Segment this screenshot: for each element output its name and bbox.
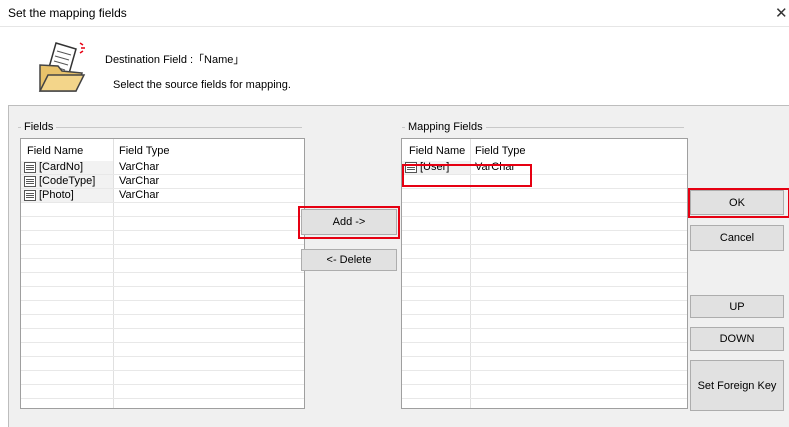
empty-row <box>21 273 304 287</box>
mapping-name-cell: [User] <box>402 161 470 174</box>
empty-row <box>402 357 687 371</box>
field-type-cell: VarChar <box>119 161 160 173</box>
empty-row <box>402 329 687 343</box>
set-foreign-key-button[interactable]: Set Foreign Key <box>690 360 784 411</box>
dialog-body: Fields Field Name Field Type [CardNo] Va… <box>8 106 789 427</box>
empty-row <box>402 287 687 301</box>
fields-grid[interactable]: Field Name Field Type [CardNo] VarChar [… <box>20 138 305 409</box>
mapping-grid-header: Field Name Field Type <box>402 139 687 161</box>
empty-row <box>21 231 304 245</box>
cancel-button[interactable]: Cancel <box>690 225 784 251</box>
empty-row <box>21 315 304 329</box>
empty-row <box>402 175 687 189</box>
empty-row <box>21 385 304 399</box>
instruction-text: Select the source fields for mapping. <box>113 79 291 91</box>
empty-row <box>402 301 687 315</box>
empty-row <box>21 287 304 301</box>
fields-group: Fields <box>18 121 302 133</box>
empty-row <box>402 371 687 385</box>
field-type-cell: VarChar <box>119 175 160 187</box>
fields-grid-header: Field Name Field Type <box>21 139 304 161</box>
ok-button[interactable]: OK <box>690 190 784 215</box>
empty-row <box>21 203 304 217</box>
field-name-cell: [CardNo] <box>21 161 113 174</box>
empty-row <box>402 273 687 287</box>
empty-row <box>402 315 687 329</box>
column-header-field-name[interactable]: Field Name <box>409 145 465 157</box>
folder-document-icon <box>38 42 86 92</box>
table-row[interactable]: [Photo] VarChar <box>21 189 304 203</box>
header-panel: Destination Field :「Name」 Select the sou… <box>8 27 789 106</box>
table-icon <box>24 176 36 187</box>
empty-row <box>21 343 304 357</box>
empty-row <box>402 385 687 399</box>
column-header-field-type[interactable]: Field Type <box>119 145 170 157</box>
empty-row <box>21 357 304 371</box>
empty-row <box>402 259 687 273</box>
field-name-cell: [CodeType] <box>21 175 113 188</box>
delete-button[interactable]: <- Delete <box>301 249 397 271</box>
down-button[interactable]: DOWN <box>690 327 784 351</box>
field-type-cell: VarChar <box>119 189 160 201</box>
mapping-fields-group: Mapping Fields <box>402 121 684 133</box>
title-bar: Set the mapping fields ✕ <box>0 0 789 27</box>
empty-row <box>21 301 304 315</box>
table-row[interactable]: [CodeType] VarChar <box>21 175 304 189</box>
empty-row <box>402 203 687 217</box>
empty-row <box>21 329 304 343</box>
empty-row <box>21 259 304 273</box>
empty-row <box>402 217 687 231</box>
empty-row <box>402 231 687 245</box>
empty-row <box>402 343 687 357</box>
add-button[interactable]: Add -> <box>301 209 397 235</box>
table-row[interactable]: [User] VarChar <box>402 161 687 175</box>
table-icon <box>405 162 417 173</box>
table-icon <box>24 190 36 201</box>
destination-field-label: Destination Field :「Name」 <box>105 54 245 66</box>
window-title: Set the mapping fields <box>8 6 127 20</box>
empty-row <box>402 245 687 259</box>
mapping-fields-group-label: Mapping Fields <box>405 121 486 133</box>
table-row[interactable]: [CardNo] VarChar <box>21 161 304 175</box>
empty-row <box>21 245 304 259</box>
empty-row <box>402 189 687 203</box>
mapping-fields-grid[interactable]: Field Name Field Type [User] VarChar <box>401 138 688 409</box>
fields-group-label: Fields <box>21 121 57 133</box>
close-icon[interactable]: ✕ <box>775 4 789 22</box>
empty-row <box>21 217 304 231</box>
up-button[interactable]: UP <box>690 295 784 318</box>
mapping-type-cell: VarChar <box>475 161 516 173</box>
empty-row <box>21 371 304 385</box>
column-header-field-type[interactable]: Field Type <box>475 145 526 157</box>
column-header-field-name[interactable]: Field Name <box>27 145 83 157</box>
table-icon <box>24 162 36 173</box>
field-name-cell: [Photo] <box>21 189 113 202</box>
